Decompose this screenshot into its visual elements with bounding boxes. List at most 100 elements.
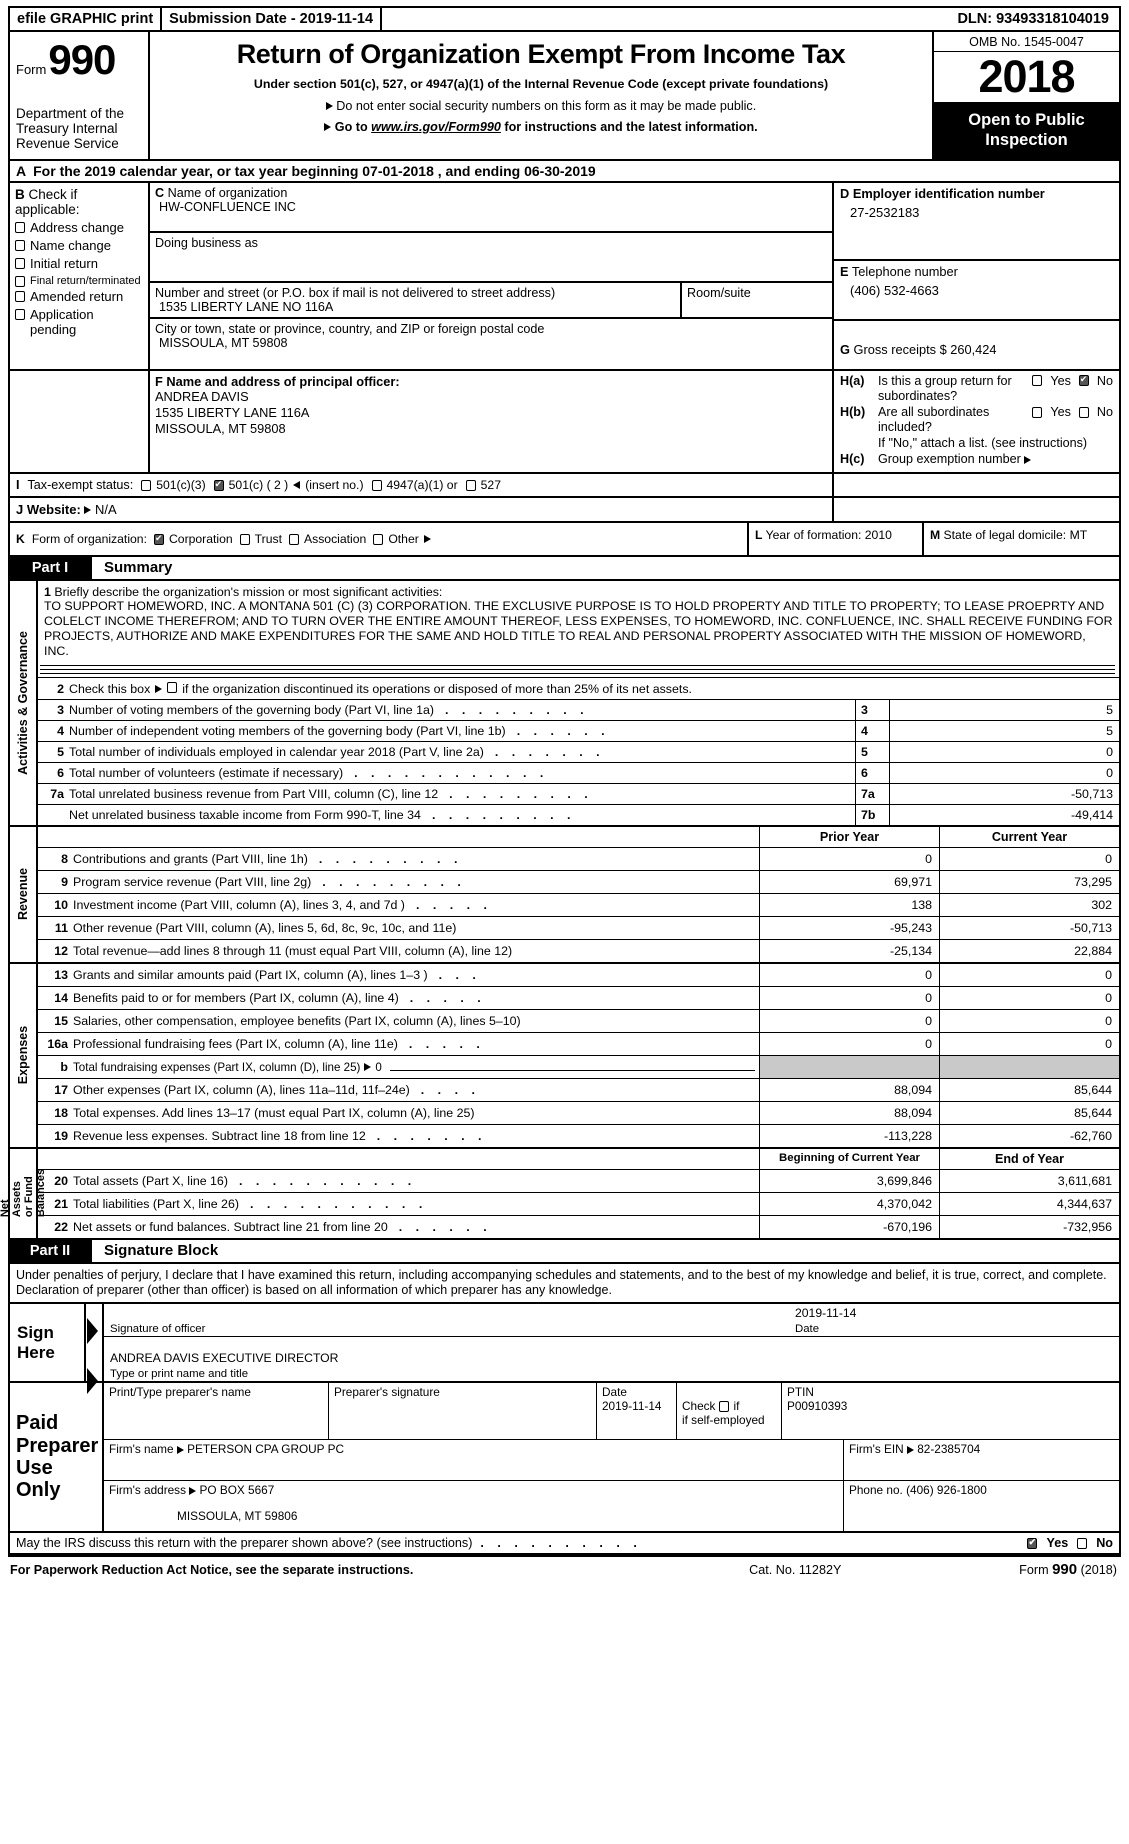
checkbox-hb-yes[interactable] [1032,406,1043,418]
form-title-cell: Return of Organization Exempt From Incom… [150,32,934,159]
officer-signature-cell[interactable]: Signature of officer [104,1304,789,1336]
firm-name-cell[interactable]: Firm's name PETERSON CPA GROUP PC [104,1440,844,1480]
checkbox-self-employed[interactable] [719,1401,730,1412]
option-501c3[interactable]: 501(c)(3) [141,478,206,492]
option-suffix: (insert no.) [305,477,364,492]
firm-ein-cell[interactable]: Firm's EIN 82-2385704 [844,1440,1119,1480]
blank-underline [389,1069,755,1071]
checkbox-application-pending[interactable]: Application pending [15,307,143,338]
line-value: 0 [889,741,1119,762]
officer-name-cell[interactable]: ANDREA DAVIS EXECUTIVE DIRECTOR Type or … [104,1337,1119,1381]
checkbox-ha-no[interactable] [1078,374,1089,387]
checkbox-icon[interactable] [371,479,382,491]
line-18-text: 18 Total expenses. Add lines 13–17 (must… [38,1102,759,1124]
line-label: Net unrelated business taxable income fr… [69,807,421,822]
city-band: City or town, state or province, country… [150,319,832,369]
checkbox-icon[interactable] [373,533,384,545]
option-527[interactable]: 527 [465,478,501,492]
checkbox-initial-return[interactable]: Initial return [15,256,143,272]
option-4947a1[interactable]: 4947(a)(1) or [371,478,458,492]
checkbox-icon[interactable] [15,221,25,233]
divider [40,668,1115,670]
checkbox-final-return[interactable]: Final return/terminated [15,275,143,288]
tax-exempt-status-row: I Tax-exempt status: 501(c)(3) 501(c) ( … [8,473,1121,498]
checkbox-icon[interactable] [288,533,299,545]
preparer-date-cell[interactable]: Date 2019-11-14 [597,1383,677,1439]
preparer-name-cell[interactable]: Print/Type preparer's name [104,1383,329,1439]
checkbox-address-change[interactable]: Address change [15,220,143,236]
checkbox-icon[interactable] [15,291,25,303]
spacer-cell [10,370,150,472]
section-hc-cell [834,498,1119,521]
checkbox-icon[interactable] [465,479,476,491]
option-label: Association [303,531,367,546]
section-m-cell: M State of legal domicile: MT [924,523,1119,555]
checkbox-icon[interactable] [141,479,152,491]
value-current: 0 [939,963,1119,986]
checkbox-amended-return[interactable]: Amended return [15,289,143,305]
leader-dots: . . . . . . . . . . . [238,1173,417,1188]
option-other[interactable]: Other [373,532,431,546]
value-prior: 138 [759,893,939,916]
checkbox-ha-yes[interactable] [1032,375,1043,387]
line-hc: H(c) Group exemption number [840,452,1113,467]
checkbox-label: Name change [30,237,111,253]
leader-dots: . . . . . . . . . [445,702,589,717]
footer-form-id: Form 990 (2018) [1019,1561,1117,1578]
line-value: -50,713 [889,783,1119,804]
checkbox-icon[interactable] [15,275,25,287]
checkbox-icon[interactable] [239,533,250,545]
line-label: Program service revenue (Part VIII, line… [73,874,312,889]
line-ha-key: H(a) [840,373,865,388]
line-label: Investment income (Part VIII, column (A)… [73,897,405,912]
expenses-body: 13 Grants and similar amounts paid (Part… [38,963,1119,1147]
option-501c-insert[interactable]: 501(c) ( 2 ) (insert no.) [213,477,364,492]
checkbox-irs-yes[interactable] [1027,1537,1038,1549]
tax-exempt-label: Tax-exempt status: [27,477,134,492]
line-number: 21 [54,1196,68,1211]
checkbox-icon[interactable] [15,309,25,321]
firm-address-cell[interactable]: Firm's address PO BOX 5667 MISSOULA, MT … [104,1481,844,1531]
checkbox-icon[interactable] [213,479,224,491]
officer-date-cell[interactable]: 2019-11-14 Date [789,1304,1119,1336]
line-ha-yesno[interactable]: Yes No [1032,374,1113,388]
irs-discuss-yesno[interactable]: Yes No [1027,1536,1113,1550]
mission-block: 1 Briefly describe the organization's mi… [38,581,1119,662]
firm-phone-cell[interactable]: Phone no. (406) 926-1800 [844,1481,1119,1531]
value-current: -50,713 [939,916,1119,939]
checkbox-hb-no[interactable] [1078,406,1089,418]
arrow-right-icon [1024,456,1032,465]
firm-address-line1: Firm's address PO BOX 5667 [109,1483,838,1497]
section-b-heading-text: Check if applicable: [15,186,80,217]
telephone-band: E Telephone number (406) 532-4663 [834,261,1119,321]
line-hb-key: H(b) [840,405,866,420]
checkbox-icon[interactable] [15,239,25,251]
option-corporation[interactable]: Corporation [153,532,233,546]
option-association[interactable]: Association [288,531,367,546]
website-value: N/A [95,501,117,517]
line-19-row: 19 Revenue less expenses. Subtract line … [38,1123,1119,1147]
preparer-signature-cell[interactable]: Preparer's signature [329,1383,597,1439]
arrow-left-icon [293,480,301,489]
section-m-letter: M [930,527,941,542]
officer-street: 1535 LIBERTY LANE 116A [155,405,310,421]
ptin-cell[interactable]: PTIN P00910393 [782,1383,1119,1439]
line-1-number: 1 [44,584,51,599]
checkbox-icon[interactable] [15,257,25,269]
option-trust[interactable]: Trust [239,532,282,546]
value-current: 0 [939,1009,1119,1032]
self-employed-cell[interactable]: Check if if self-employed [677,1383,782,1439]
line-number: 3 [57,702,64,717]
checkbox-irs-no[interactable] [1077,1538,1088,1549]
self-employed-row[interactable]: Check if [682,1399,776,1413]
line-value: 0 [889,762,1119,783]
checkbox-line-2[interactable] [167,681,178,693]
checkbox-icon[interactable] [153,533,164,545]
checkbox-name-change[interactable]: Name change [15,237,143,254]
arrow-right-icon [87,1368,98,1394]
telephone-value: (406) 532-4663 [850,282,939,298]
arrow-right-icon [176,1445,184,1454]
line-hb-yesno[interactable]: Yes No [1032,405,1113,419]
firm-phone-label: Phone no. [849,1483,903,1497]
irs-form990-link[interactable]: www.irs.gov/Form990 [371,120,501,134]
